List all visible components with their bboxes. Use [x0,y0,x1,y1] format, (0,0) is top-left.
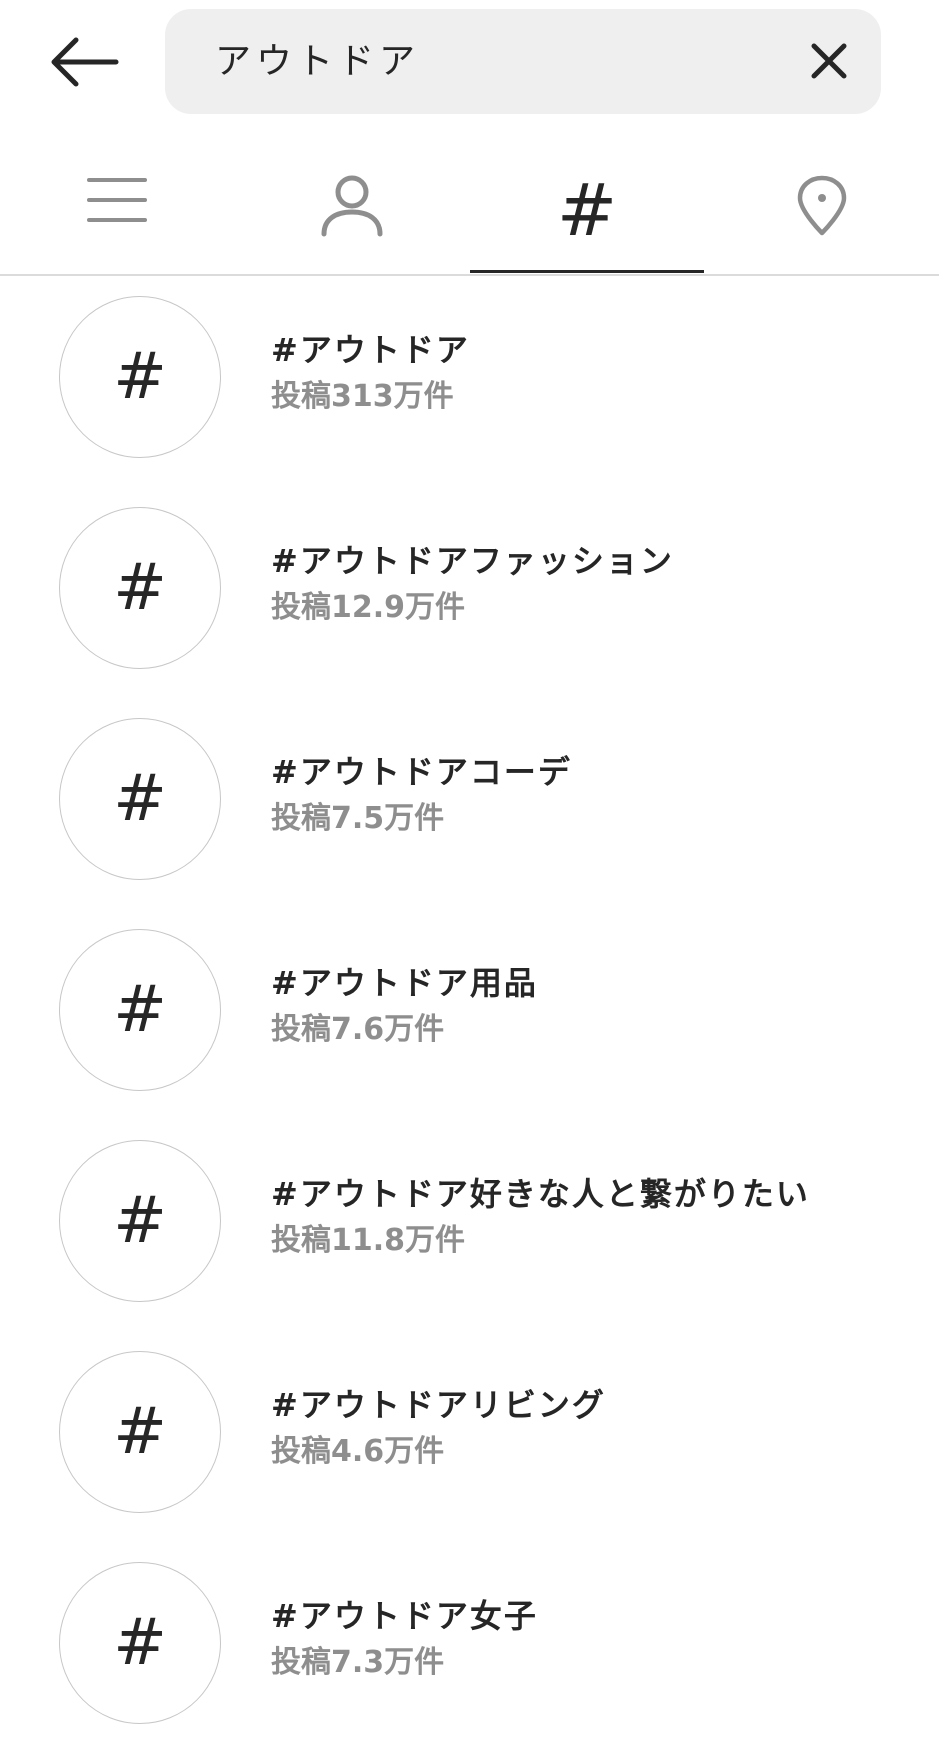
arrow-left-icon [51,37,119,87]
hashtag-result-item[interactable]: # #アウトドアコーデ 投稿7.5万件 [0,718,939,888]
hashtag-result-item[interactable]: # #アウトドア 投稿313万件 [0,296,939,466]
hashtag-avatar-icon: # [59,507,221,669]
hashtag-result-item[interactable]: # #アウトドアファッション 投稿12.9万件 [0,507,939,677]
hashtag-avatar-icon: # [59,1562,221,1724]
hashtag-result-item[interactable]: # #アウトドアリビング 投稿4.6万件 [0,1351,939,1521]
hashtag-result-item[interactable]: # #アウトドア女子 投稿7.3万件 [0,1562,939,1732]
hashtag-avatar-icon: # [59,1351,221,1513]
list-icon [87,178,147,222]
hashtag-avatar-icon: # [59,929,221,1091]
tab-tags[interactable]: # [470,150,704,273]
back-button[interactable] [36,22,132,102]
hashtag-name: #アウトドアコーデ [271,753,572,791]
search-header [0,0,939,124]
person-icon [321,175,383,237]
hashtag-name: #アウトドアファッション [271,542,674,580]
hashtag-name: #アウトドア [271,331,470,369]
search-bar[interactable] [165,9,881,114]
clear-search-button[interactable] [799,31,859,91]
hashtag-name: #アウトドアリビング [271,1386,606,1424]
hashtag-name: #アウトドア女子 [271,1597,538,1635]
post-count: 投稿7.3万件 [271,1645,445,1680]
hashtag-avatar-icon: # [59,1140,221,1302]
hashtag-result-item[interactable]: # #アウトドア用品 投稿7.6万件 [0,929,939,1099]
close-icon [811,43,847,79]
post-count: 投稿4.6万件 [271,1434,445,1469]
search-input[interactable] [215,9,775,114]
hashtag-avatar-icon: # [59,296,221,458]
tab-top[interactable] [0,150,234,272]
hashtag-result-item[interactable]: # #アウトドア好きな人と繋がりたい 投稿11.8万件 [0,1140,939,1310]
post-count: 投稿12.9万件 [271,590,466,625]
tab-places[interactable] [705,150,939,272]
post-count: 投稿7.5万件 [271,801,445,836]
search-tabs: # [0,150,939,276]
post-count: 投稿11.8万件 [271,1223,466,1258]
location-pin-icon [797,175,847,236]
tab-accounts[interactable] [235,150,469,272]
post-count: 投稿7.6万件 [271,1012,445,1047]
hashtag-icon: # [556,168,618,252]
hashtag-avatar-icon: # [59,718,221,880]
hashtag-name: #アウトドア用品 [271,964,538,1002]
hashtag-name: #アウトドア好きな人と繋がりたい [271,1175,810,1213]
post-count: 投稿313万件 [271,379,454,414]
